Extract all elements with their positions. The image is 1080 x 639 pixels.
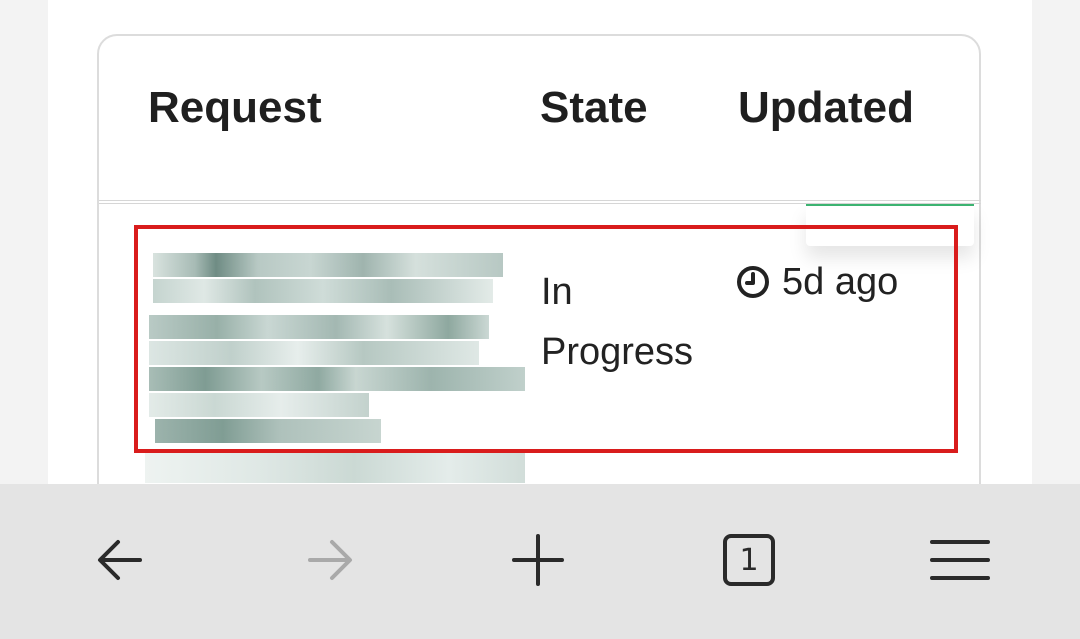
clock-icon [736,265,770,299]
new-tab-button[interactable] [498,520,578,600]
new-tab-plus-icon [512,534,564,586]
row-state: In Progress [541,271,694,373]
menu-hamburger-icon [930,540,990,580]
back-button[interactable] [80,520,160,600]
tab-switcher-icon: 1 [722,533,776,587]
column-header-request: Request [148,83,322,132]
row-updated-text: 5d ago [782,260,899,303]
forward-button[interactable] [290,520,370,600]
browser-page: Request State Updated In Progress 5d ago [0,0,1080,639]
tab-count: 1 [739,542,759,578]
forward-arrow-icon [308,540,352,580]
column-header-updated: Updated [738,83,914,132]
tab-switcher-button[interactable]: 1 [709,520,789,600]
redacted-request-title [145,243,525,483]
column-header-state: State [540,83,648,132]
back-arrow-icon [98,540,142,580]
row-updated: 5d ago [736,260,899,303]
menu-button[interactable] [920,520,1000,600]
